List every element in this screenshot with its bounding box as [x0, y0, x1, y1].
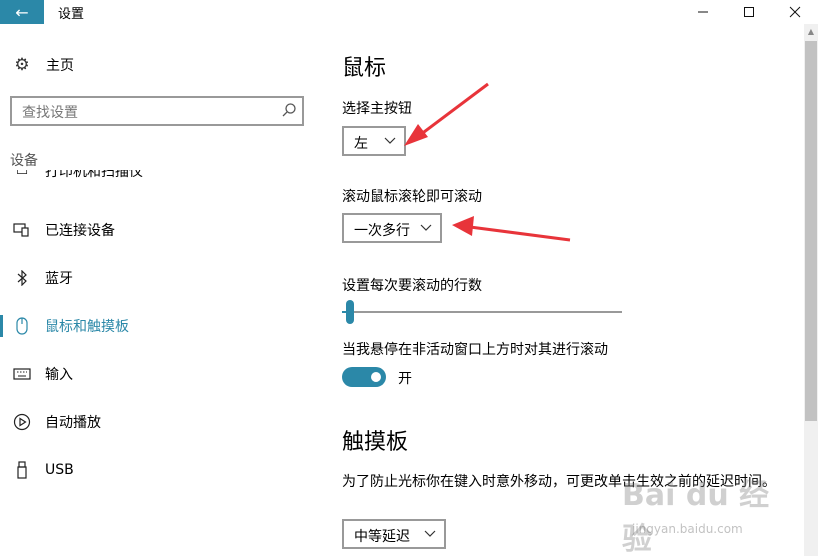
- watermark-logo: Bai du 经验: [622, 478, 770, 557]
- watermark: Bai du 经验 jingyan.baidu.com: [622, 470, 782, 557]
- annotation-arrow-scroll-mode: [452, 216, 571, 242]
- annotation-arrow-primary-button: [404, 82, 489, 146]
- watermark-url: jingyan.baidu.com: [632, 522, 743, 536]
